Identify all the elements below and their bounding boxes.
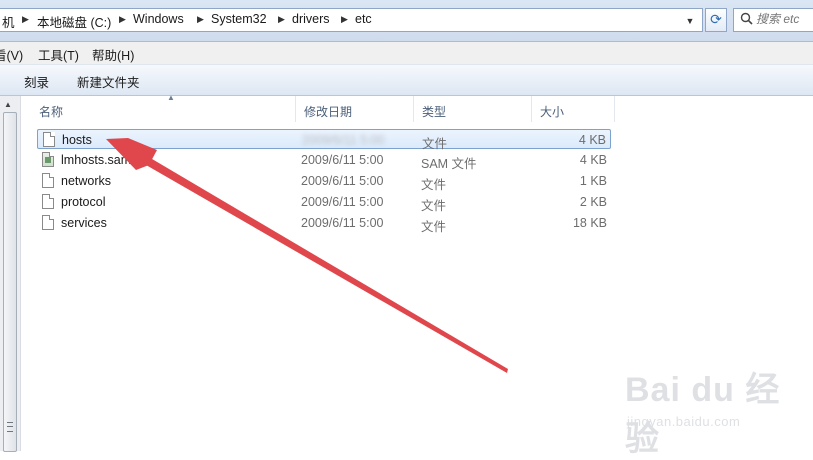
breadcrumb-separator-icon[interactable]: ▶ bbox=[197, 14, 204, 25]
new-folder-button[interactable]: 新建文件夹 bbox=[77, 72, 140, 91]
file-icon bbox=[42, 215, 54, 230]
column-header: 名称 ▲ 修改日期 类型 大小 bbox=[21, 93, 615, 122]
file-icon bbox=[42, 173, 54, 188]
column-type[interactable]: 类型 bbox=[414, 96, 532, 122]
navigation-pane-scrollbar[interactable]: ▲ bbox=[0, 96, 21, 452]
breadcrumb-windows[interactable]: Windows bbox=[133, 12, 184, 26]
file-name: protocol bbox=[61, 195, 106, 209]
refresh-icon: ⟳ bbox=[710, 11, 722, 27]
watermark-url: jingyan.baidu.com bbox=[627, 414, 741, 429]
file-date: 2009/6/11 5:00 bbox=[301, 195, 384, 209]
breadcrumb-separator-icon[interactable]: ▶ bbox=[119, 14, 126, 25]
column-date-modified[interactable]: 修改日期 bbox=[296, 96, 414, 122]
sam-file-icon bbox=[42, 152, 54, 167]
menu-help[interactable]: 帮助(H) bbox=[92, 45, 134, 64]
column-type-label: 类型 bbox=[422, 105, 447, 119]
address-bar[interactable]: 机 ▶ 本地磁盘 (C:) ▶ Windows ▶ System32 ▶ dri… bbox=[0, 8, 703, 32]
menu-view[interactable]: 看(V) bbox=[0, 45, 23, 64]
file-name: hosts bbox=[62, 133, 92, 147]
file-row-networks[interactable]: networks 2009/6/11 5:00 文件 1 KB bbox=[37, 171, 611, 192]
baidu-jingyan-watermark: Bai du 经验 jingyan.baidu.com bbox=[625, 362, 811, 458]
menu-bar: 看(V) 工具(T) 帮助(H) bbox=[0, 42, 813, 65]
breadcrumb-drivers[interactable]: drivers bbox=[292, 12, 330, 26]
file-date: 2009/6/11 5:00 bbox=[301, 174, 384, 188]
breadcrumb-computer[interactable]: 机 bbox=[2, 12, 15, 31]
column-size-label: 大小 bbox=[540, 105, 565, 119]
file-date: 2009/6/11 5:00 bbox=[301, 216, 384, 230]
address-bar-row: 机 ▶ 本地磁盘 (C:) ▶ Windows ▶ System32 ▶ dri… bbox=[0, 0, 813, 42]
file-size: 18 KB bbox=[572, 216, 607, 230]
file-icon bbox=[42, 194, 54, 209]
file-date: 2009/6/11 5:00 bbox=[302, 133, 385, 147]
address-dropdown-icon[interactable]: ▼ bbox=[680, 12, 700, 30]
file-row-hosts[interactable]: hosts 2009/6/11 5:00 文件 4 KB bbox=[37, 129, 611, 151]
file-icon bbox=[43, 132, 55, 147]
scrollbar-thumb[interactable] bbox=[3, 112, 17, 452]
burn-button[interactable]: 刻录 bbox=[24, 72, 49, 91]
breadcrumb-separator-icon[interactable]: ▶ bbox=[278, 14, 285, 25]
column-size[interactable]: 大小 bbox=[532, 96, 615, 122]
file-name: services bbox=[61, 216, 107, 230]
command-bar: 刻录 新建文件夹 bbox=[0, 65, 813, 96]
file-type: 文件 bbox=[421, 199, 447, 213]
refresh-button[interactable]: ⟳ bbox=[705, 8, 727, 32]
file-size: 4 KB bbox=[578, 133, 606, 147]
file-size: 2 KB bbox=[579, 195, 607, 209]
column-name-label: 名称 bbox=[39, 105, 64, 119]
file-row-protocol[interactable]: protocol 2009/6/11 5:00 文件 2 KB bbox=[37, 192, 611, 213]
search-box[interactable] bbox=[733, 8, 813, 32]
file-row-services[interactable]: services 2009/6/11 5:00 文件 18 KB bbox=[37, 213, 611, 234]
file-name: networks bbox=[61, 174, 112, 188]
file-date: 2009/6/11 5:00 bbox=[301, 153, 384, 167]
file-type: SAM 文件 bbox=[421, 157, 477, 171]
column-name[interactable]: 名称 ▲ bbox=[31, 93, 296, 122]
breadcrumb-etc[interactable]: etc bbox=[355, 12, 372, 26]
file-size: 1 KB bbox=[579, 174, 607, 188]
file-type: 文件 bbox=[421, 220, 447, 234]
breadcrumb-separator-icon[interactable]: ▶ bbox=[22, 14, 29, 25]
file-row-lmhosts[interactable]: lmhosts.sam 2009/6/11 5:00 SAM 文件 4 KB bbox=[37, 150, 611, 171]
watermark-logo: Bai du 经验 bbox=[625, 371, 781, 458]
search-icon bbox=[740, 12, 753, 25]
scrollbar-grip-icon bbox=[7, 422, 13, 432]
sort-ascending-icon: ▲ bbox=[167, 93, 175, 102]
file-size: 4 KB bbox=[579, 153, 607, 167]
breadcrumb-local-disk[interactable]: 本地磁盘 (C:) bbox=[37, 12, 111, 31]
menu-tools[interactable]: 工具(T) bbox=[38, 45, 79, 64]
file-name: lmhosts.sam bbox=[61, 153, 132, 167]
file-type: 文件 bbox=[421, 178, 447, 192]
breadcrumb-system32[interactable]: System32 bbox=[211, 12, 267, 26]
column-date-label: 修改日期 bbox=[304, 105, 353, 119]
scroll-up-icon[interactable]: ▲ bbox=[4, 100, 12, 109]
search-input[interactable] bbox=[756, 12, 812, 26]
breadcrumb-separator-icon[interactable]: ▶ bbox=[341, 14, 348, 25]
